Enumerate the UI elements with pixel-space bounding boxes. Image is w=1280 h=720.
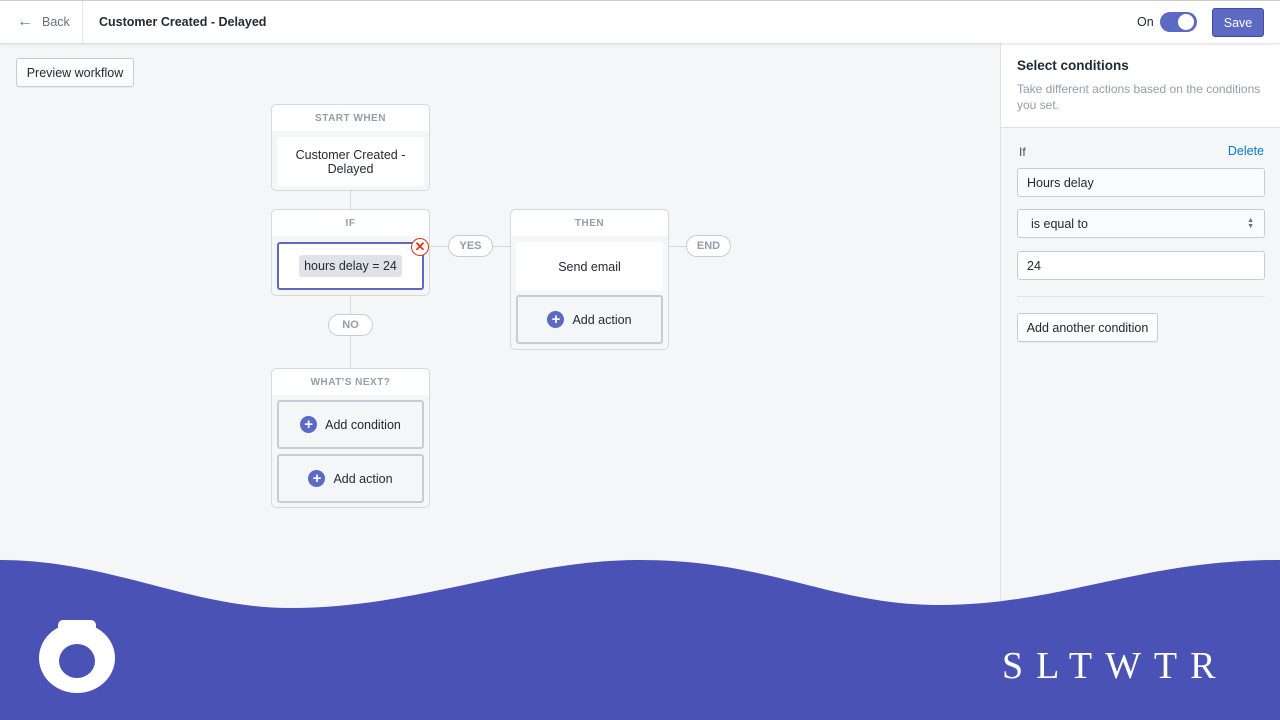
field-select[interactable]: Hours delay	[1017, 168, 1265, 197]
start-heading: START WHEN	[272, 105, 429, 131]
value-input[interactable]: 24	[1017, 251, 1265, 280]
condition-tag: hours delay = 24	[299, 255, 402, 277]
if-node: IF hours delay = 24 ✕	[271, 209, 430, 296]
connector	[350, 190, 351, 210]
page-title: Customer Created - Delayed	[99, 15, 267, 29]
wave-shape	[0, 560, 1280, 720]
no-label: NO	[328, 314, 373, 336]
brand-wordmark: SLTWTR	[1002, 645, 1229, 687]
panel-title: Select conditions	[1017, 58, 1129, 73]
back-label: Back	[42, 15, 70, 29]
toggle-label: On	[1137, 15, 1154, 29]
preview-workflow-button[interactable]: Preview workflow	[16, 58, 134, 87]
save-button[interactable]: Save	[1212, 8, 1264, 37]
back-button[interactable]: ← Back	[0, 1, 83, 43]
end-label: END	[686, 235, 731, 257]
then-node: THEN Send email + Add action	[510, 209, 669, 350]
plus-icon: +	[547, 311, 565, 328]
select-arrows-icon: ▲ ▼	[1247, 216, 1254, 230]
condition-card[interactable]: hours delay = 24	[277, 242, 424, 290]
whats-next-heading: WHAT'S NEXT?	[272, 369, 429, 395]
add-condition-label: Add condition	[325, 417, 401, 432]
footer-banner	[0, 560, 1280, 720]
whats-next-node: WHAT'S NEXT? + Add condition + Add actio…	[271, 368, 430, 508]
panel-description: Take different actions based on the cond…	[1017, 82, 1261, 112]
if-label: If	[1019, 145, 1026, 159]
add-condition-button[interactable]: + Add condition	[277, 400, 424, 449]
operator-select[interactable]: is equal to ▲ ▼	[1017, 209, 1265, 238]
conditions-panel: Select conditions Take different actions…	[1000, 43, 1280, 603]
add-action-label: Add action	[572, 312, 632, 327]
trigger-card[interactable]: Customer Created - Delayed	[277, 137, 424, 186]
divider	[1017, 296, 1265, 297]
yes-label: YES	[448, 235, 493, 257]
send-email-card[interactable]: Send email	[516, 242, 663, 291]
start-node: START WHEN Customer Created - Delayed	[271, 104, 430, 191]
connector	[668, 246, 688, 247]
top-bar: ← Back Customer Created - Delayed On Sav…	[0, 0, 1280, 43]
if-heading: IF	[272, 210, 429, 236]
workflow-toggle[interactable]	[1160, 12, 1197, 32]
operator-value: is equal to	[1031, 216, 1088, 231]
delete-link[interactable]: Delete	[1228, 144, 1264, 158]
remove-condition-icon[interactable]: ✕	[411, 238, 429, 256]
then-heading: THEN	[511, 210, 668, 236]
add-action-button[interactable]: + Add action	[277, 454, 424, 503]
arrow-left-icon: ←	[17, 13, 33, 30]
add-action-label: Add action	[333, 471, 393, 486]
plus-icon: +	[308, 470, 326, 487]
add-action-button[interactable]: + Add action	[516, 295, 663, 344]
plus-icon: +	[300, 416, 318, 433]
add-another-condition-button[interactable]: Add another condition	[1017, 313, 1158, 342]
